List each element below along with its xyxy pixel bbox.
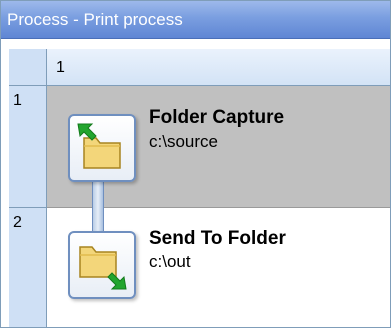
grid-corner xyxy=(9,49,47,86)
column-header-label: 1 xyxy=(56,59,65,76)
step-connector xyxy=(92,179,104,231)
folder-capture-icon xyxy=(77,123,121,169)
window-title: Process - Print process xyxy=(7,10,183,29)
step-path: c:\source xyxy=(149,132,218,151)
column-header-1[interactable]: 1 xyxy=(47,49,390,86)
process-window: Process - Print process 1 1 2 Folder Cap… xyxy=(0,0,391,328)
row-header-2[interactable]: 2 xyxy=(9,208,47,327)
step-name: Send To Folder xyxy=(149,228,286,249)
process-grid: 1 1 2 xyxy=(9,49,390,327)
step-path: c:\out xyxy=(149,252,191,271)
row-number-label: 1 xyxy=(13,92,22,109)
step-name: Folder Capture xyxy=(149,107,285,128)
row-header-1[interactable]: 1 xyxy=(9,86,47,208)
send-to-folder-step[interactable] xyxy=(68,231,136,299)
title-bar[interactable]: Process - Print process xyxy=(1,1,390,39)
row-number-label: 2 xyxy=(13,214,22,231)
folder-capture-step[interactable] xyxy=(68,114,136,182)
send-to-folder-icon xyxy=(79,246,127,290)
